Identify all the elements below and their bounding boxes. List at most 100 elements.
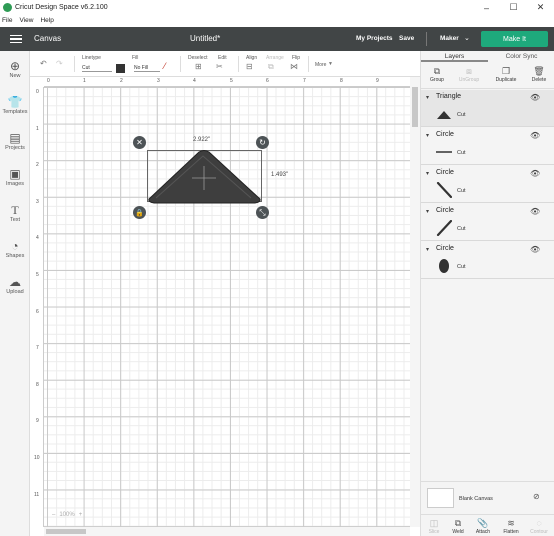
eye-icon[interactable]: 👁 (530, 169, 540, 178)
caret-down-icon[interactable]: ▾ (426, 208, 429, 215)
ruler-tick-label: 6 (266, 78, 269, 84)
trash-icon: 🗑 (533, 66, 545, 76)
chevron-down-icon[interactable]: ▼ (328, 61, 333, 67)
blank-canvas-layer[interactable]: Blank Canvas ⊘ (421, 481, 554, 514)
text-icon: T (11, 203, 19, 217)
tab-layers[interactable]: Layers (421, 51, 488, 62)
horizontal-scrollbar[interactable] (44, 527, 410, 536)
eye-icon[interactable]: 👁 (530, 93, 540, 102)
layer-name: Circle (436, 207, 454, 214)
blank-canvas-label: Blank Canvas (459, 496, 493, 502)
contour-icon: ◌ (536, 518, 542, 528)
zoom-out-button[interactable]: – (52, 512, 55, 518)
arrange-icon[interactable]: ⧉ (268, 62, 274, 72)
layer-item[interactable]: ▾ Circle 👁 Cut (421, 242, 554, 279)
action-label: Duplicate (495, 77, 517, 83)
caret-down-icon[interactable]: ▾ (426, 94, 429, 101)
weld-button[interactable]: ⧉ Weld (449, 517, 467, 535)
sidebar-item-shapes[interactable]: ◔ Shapes (0, 239, 30, 259)
flatten-button[interactable]: ≋ Flatten (500, 517, 522, 535)
group-button[interactable]: ⧉ Group (427, 65, 447, 83)
eye-icon[interactable]: 👁 (530, 245, 540, 254)
sidebar-item-label: Upload (6, 289, 24, 295)
arrange-button[interactable]: Arrange (266, 55, 284, 61)
fill-color-icon[interactable]: ⁄ (164, 61, 166, 71)
machine-select[interactable]: Maker (440, 35, 459, 42)
align-icon[interactable]: ⊟ (246, 62, 253, 71)
contour-button[interactable]: ◌ Contour (528, 517, 550, 535)
layer-item[interactable]: ▾ Triangle 👁 Cut (421, 90, 554, 127)
menu-bar: File View Help (0, 15, 554, 26)
layer-item[interactable]: ▾ Circle 👁 Cut (421, 128, 554, 165)
rotate-handle-icon[interactable]: ↻ (256, 136, 269, 149)
zoom-in-button[interactable]: + (79, 512, 83, 518)
lock-handle-icon[interactable]: 🔒 (133, 206, 146, 219)
layer-item[interactable]: ▾ Circle 👁 Cut (421, 204, 554, 241)
redo-icon[interactable]: ↷ (56, 59, 63, 68)
blank-canvas-swatch[interactable] (427, 488, 454, 508)
scrollbar-thumb[interactable] (46, 529, 86, 534)
layer-name: Circle (436, 169, 454, 176)
sidebar-item-images[interactable]: ▣ Images (0, 167, 30, 187)
flip-button[interactable]: Flip (292, 55, 300, 61)
eye-icon[interactable]: 👁 (530, 131, 540, 140)
caret-down-icon[interactable]: ▾ (426, 132, 429, 139)
sidebar-item-upload[interactable]: ☁ Upload (0, 275, 30, 295)
maximize-button[interactable]: ☐ (500, 0, 527, 15)
sidebar-item-new[interactable]: ⊕ New (0, 59, 30, 79)
ruler-tick-label: 9 (376, 78, 379, 84)
close-window-button[interactable]: ✕ (527, 0, 554, 15)
deselect-button[interactable]: Deselect (188, 55, 207, 61)
caret-down-icon[interactable]: ▾ (426, 246, 429, 253)
eye-slash-icon[interactable]: ⊘ (533, 492, 540, 501)
selected-triangle-shape[interactable] (147, 150, 262, 204)
menu-view[interactable]: View (19, 17, 33, 24)
layer-actions: ⧉ Group ⧈ UnGroup ❐ Duplicate 🗑 Delete (421, 63, 554, 89)
vertical-scrollbar[interactable] (410, 77, 420, 527)
hamburger-menu-icon[interactable] (10, 34, 22, 44)
sidebar-item-label: Shapes (5, 253, 25, 259)
delete-handle-icon[interactable]: ✕ (133, 136, 146, 149)
ruler-tick-label: 7 (303, 78, 306, 84)
minimize-button[interactable]: – (473, 0, 500, 15)
action-label: Attach (475, 529, 491, 535)
slice-button[interactable]: ◫ Slice (425, 517, 443, 535)
tab-color-sync[interactable]: Color Sync (488, 51, 554, 62)
caret-down-icon[interactable]: ▾ (426, 170, 429, 177)
action-label: Group (430, 77, 444, 83)
sidebar-item-templates[interactable]: 👕 Templates (0, 95, 30, 115)
chevron-down-icon[interactable]: ⌄ (464, 34, 470, 42)
linetype-select[interactable]: Cut (82, 64, 112, 72)
ruler-tick-label: 3 (36, 199, 39, 205)
menu-file[interactable]: File (2, 17, 12, 24)
resize-handle-icon[interactable]: ⤡ (256, 206, 269, 219)
menu-help[interactable]: Help (40, 17, 53, 24)
sidebar-item-projects[interactable]: ▤ Projects (0, 131, 30, 151)
layer-item[interactable]: ▾ Circle 👁 Cut (421, 166, 554, 203)
ungroup-button[interactable]: ⧈ UnGroup (457, 65, 481, 83)
undo-icon[interactable]: ↶ (40, 59, 47, 68)
scrollbar-thumb[interactable] (412, 87, 418, 127)
save-button[interactable]: Save (399, 35, 414, 42)
my-projects-button[interactable]: My Projects (356, 35, 393, 42)
header-divider (426, 32, 427, 46)
layer-operation: Cut (457, 112, 466, 118)
window-controls: – ☐ ✕ (473, 0, 554, 15)
fill-select[interactable]: No Fill (134, 64, 160, 72)
sidebar-item-label: Text (9, 217, 21, 223)
make-it-button[interactable]: Make It (481, 31, 548, 47)
more-button[interactable]: More (315, 62, 326, 68)
deselect-icon[interactable]: ⊞ (195, 62, 202, 71)
sidebar-item-text[interactable]: T Text (0, 203, 30, 223)
edit-icon[interactable]: ✂ (216, 62, 223, 71)
eye-icon[interactable]: 👁 (530, 207, 540, 216)
attach-button[interactable]: 📎 Attach (473, 517, 493, 535)
duplicate-button[interactable]: ❐ Duplicate (493, 65, 519, 83)
delete-button[interactable]: 🗑 Delete (529, 65, 549, 83)
edit-button[interactable]: Edit (218, 55, 227, 61)
flip-icon[interactable]: ⋈ (290, 62, 298, 71)
ruler-tick-label: 9 (36, 418, 39, 424)
linetype-color-swatch[interactable] (116, 64, 125, 73)
align-button[interactable]: Align (246, 55, 257, 61)
ruler-tick-label: 7 (36, 345, 39, 351)
